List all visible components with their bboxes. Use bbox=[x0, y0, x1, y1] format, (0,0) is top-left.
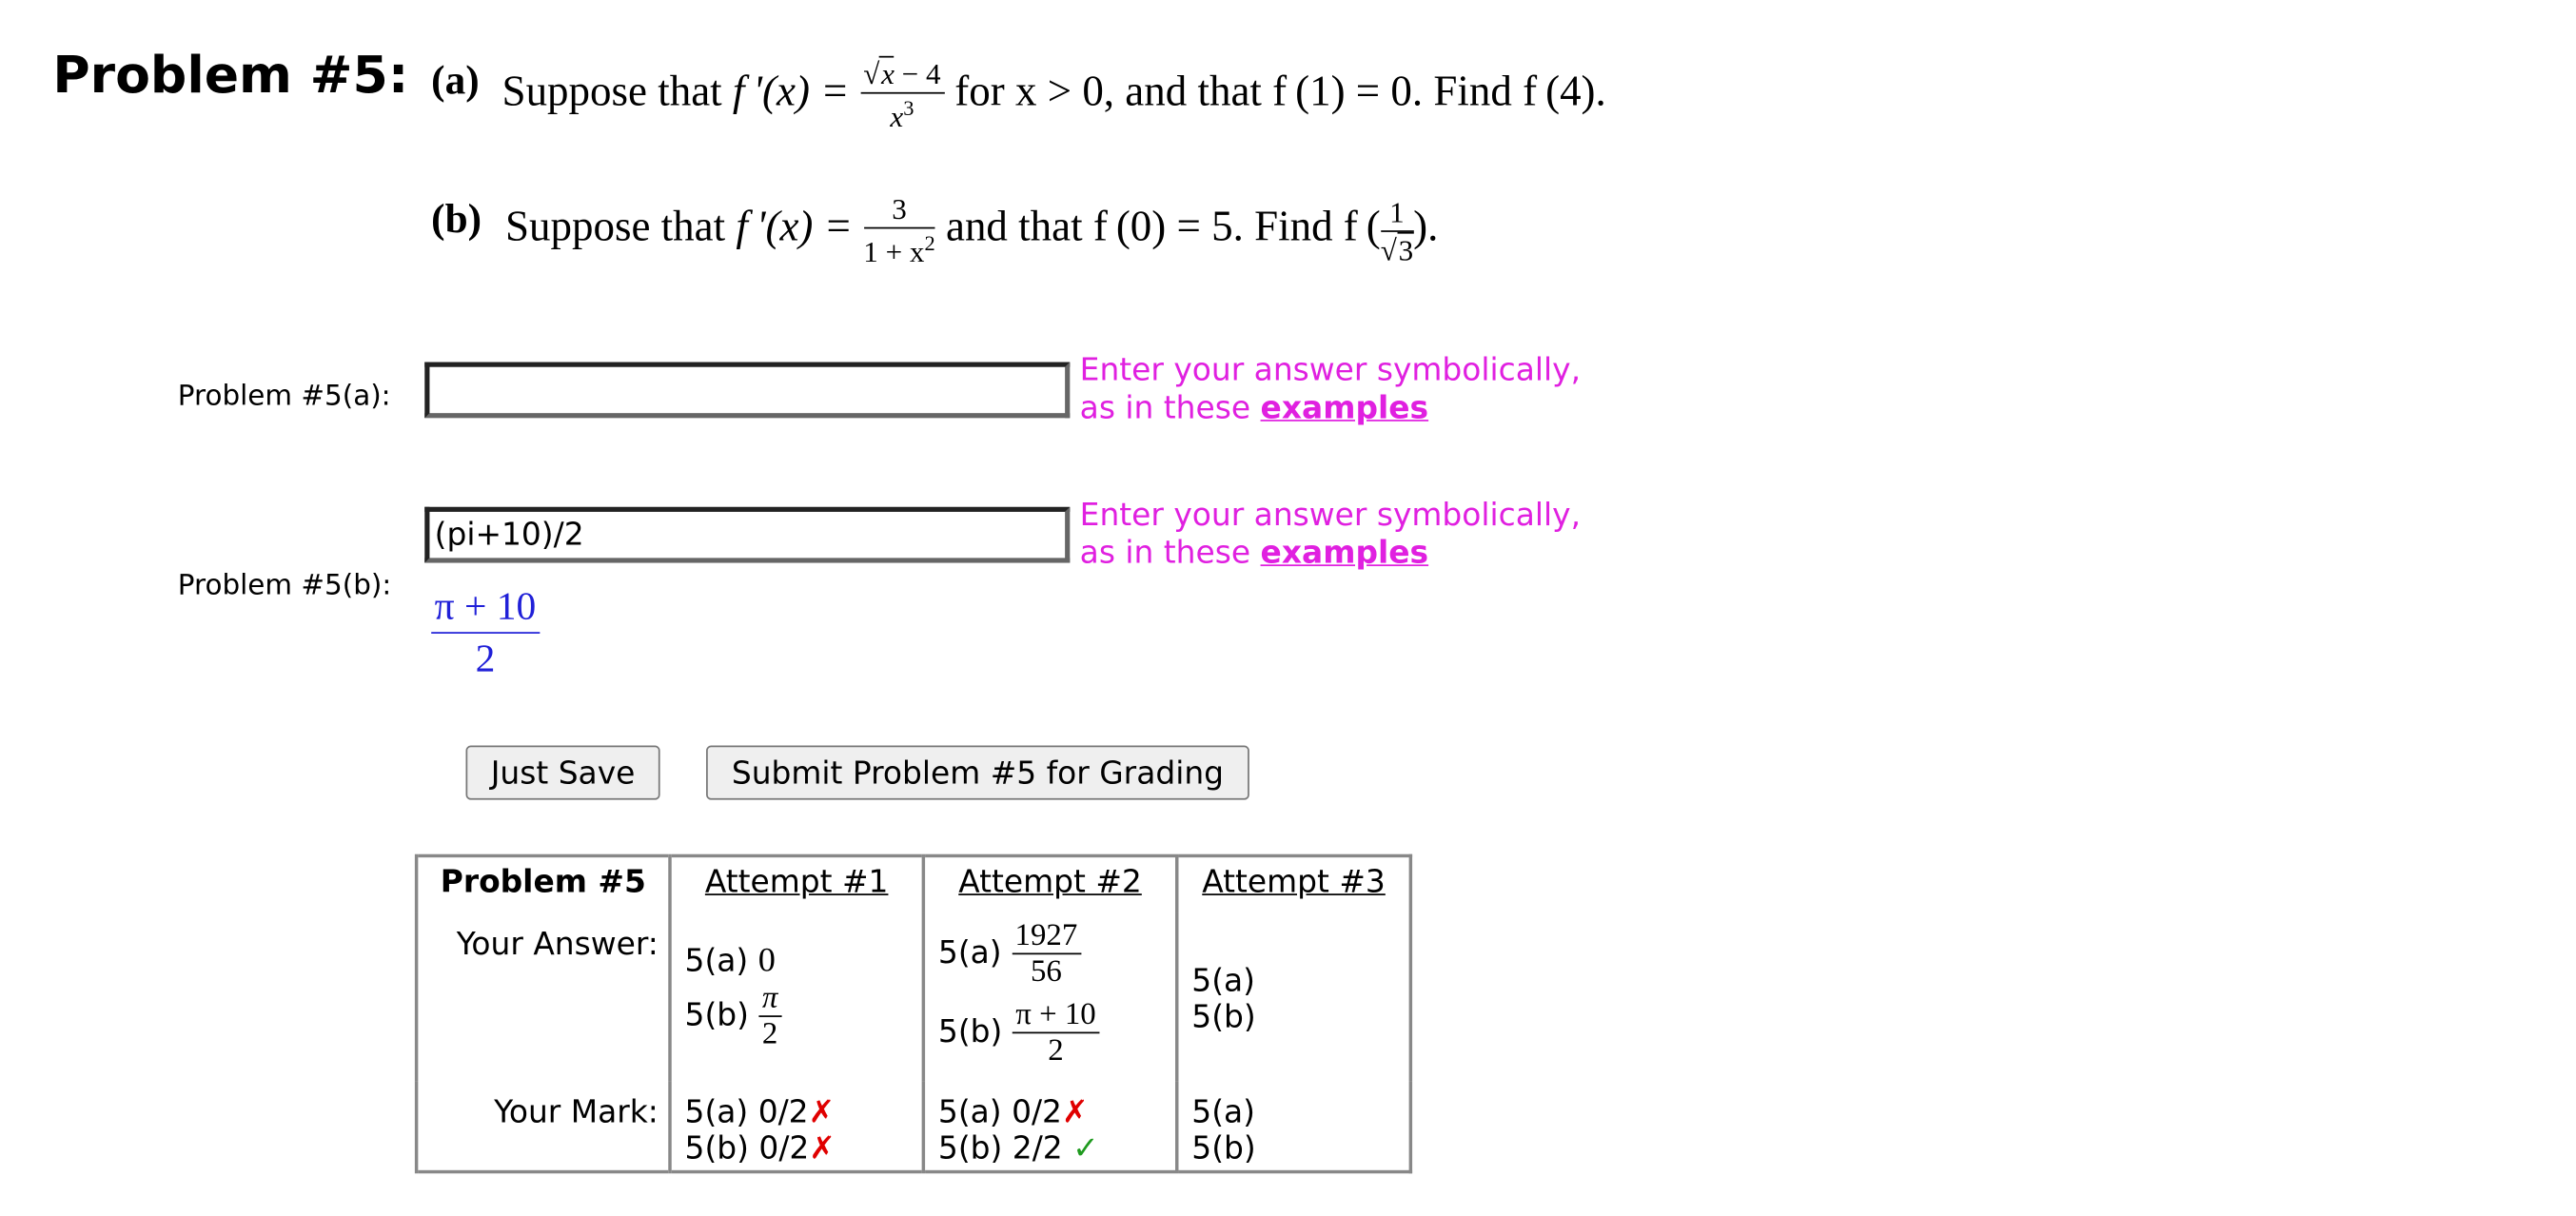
part-b-label: (b) bbox=[431, 197, 482, 243]
part-b-statement: Suppose that f '(x) = 3 1 + x2 and that … bbox=[505, 194, 1438, 266]
part-b-argument: 1 √3 bbox=[1380, 197, 1414, 266]
header-problem: Problem #5 bbox=[414, 855, 670, 913]
cross-icon: ✗ bbox=[809, 1130, 836, 1167]
part-a-derivative: f '(x) = bbox=[732, 67, 860, 116]
submit-grading-button[interactable]: Submit Problem #5 for Grading bbox=[706, 745, 1249, 800]
cross-icon: ✗ bbox=[808, 1094, 836, 1131]
problem-title: Problem #5: bbox=[52, 46, 409, 106]
attempts-table: Problem #5 Attempt #1 Attempt #2 Attempt… bbox=[414, 853, 1413, 1174]
attempt-2-answers: 5(a) 1927 56 5(b) π + 10 2 bbox=[921, 912, 1177, 1082]
answer-a-hint: Enter your answer symbolically, as in th… bbox=[1080, 352, 1581, 428]
part-b-den-exp: 2 bbox=[924, 230, 935, 256]
part-a-num-rest: − 4 bbox=[894, 57, 941, 91]
answer-a-label: Problem #5(a): bbox=[177, 380, 391, 414]
part-a-intro: Suppose that bbox=[501, 67, 733, 116]
part-a-label: (a) bbox=[431, 59, 480, 104]
hint-line-1: Enter your answer symbolically, bbox=[1079, 352, 1582, 389]
attempt-1-answers: 5(a) 0 5(b) π2 bbox=[668, 912, 924, 1082]
part-b-intro: Suppose that bbox=[505, 202, 737, 250]
part-b-close: ). bbox=[1413, 202, 1439, 250]
part-a-statement: Suppose that f '(x) = √x − 4 x3 for x > … bbox=[501, 55, 1606, 134]
header-attempt-1: Attempt #1 bbox=[668, 855, 924, 913]
header-attempt-2: Attempt #2 bbox=[921, 855, 1177, 913]
attempt-3-marks: 5(a) 5(b) bbox=[1175, 1081, 1411, 1172]
part-a-numerator: √x − 4 bbox=[859, 55, 945, 94]
attempt-3-answers: 5(a) 5(b) bbox=[1175, 912, 1411, 1082]
examples-link[interactable]: examples bbox=[1261, 535, 1429, 571]
your-mark-label: Your Mark: bbox=[414, 1081, 670, 1172]
part-b-arg-numerator: 1 bbox=[1380, 197, 1414, 232]
part-b-den-base: 1 + x bbox=[863, 235, 925, 268]
answer-b-preview: π + 10 2 bbox=[431, 588, 540, 680]
header-attempt-3: Attempt #3 bbox=[1175, 855, 1411, 913]
problem-page: Problem #5: (a) Suppose that f '(x) = √x… bbox=[0, 0, 2576, 1216]
answer-a-input[interactable] bbox=[424, 362, 1071, 419]
answer-b-hint: Enter your answer symbolically, as in th… bbox=[1080, 497, 1581, 573]
hint-line-1: Enter your answer symbolically, bbox=[1079, 497, 1582, 534]
hint-line-2: as in these examples bbox=[1079, 535, 1429, 572]
your-answer-label: Your Answer: bbox=[414, 912, 670, 1082]
part-b-derivative: f '(x) = bbox=[736, 202, 864, 250]
part-a-condition: for x > 0, and that f (1) = 0. Find f (4… bbox=[944, 67, 1606, 116]
preview-denominator: 2 bbox=[475, 638, 496, 682]
part-a-denominator: x3 bbox=[860, 94, 944, 134]
sqrt-icon: √ bbox=[863, 57, 880, 91]
just-save-button[interactable]: Just Save bbox=[465, 745, 660, 800]
part-a-den-x: x bbox=[890, 100, 904, 134]
part-a-num-x: x bbox=[879, 55, 895, 91]
attempt-2-marks: 5(a) 0/2✗ 5(b) 2/2 ✓ bbox=[921, 1081, 1177, 1172]
cross-icon: ✗ bbox=[1061, 1094, 1089, 1131]
check-icon: ✓ bbox=[1072, 1130, 1099, 1167]
preview-numerator: π + 10 bbox=[431, 588, 540, 634]
part-b-denominator: 1 + x2 bbox=[863, 228, 935, 266]
hint-line-2: as in these examples bbox=[1079, 389, 1429, 426]
sqrt-icon: √ bbox=[1380, 232, 1397, 266]
part-b-arg-den-value: 3 bbox=[1396, 231, 1414, 266]
part-a-fraction: √x − 4 x3 bbox=[859, 55, 945, 134]
part-b-numerator: 3 bbox=[863, 194, 935, 229]
attempt-1-marks: 5(a) 0/2✗ 5(b) 0/2✗ bbox=[668, 1081, 924, 1172]
answer-b-label: Problem #5(b): bbox=[177, 569, 392, 603]
examples-link[interactable]: examples bbox=[1261, 390, 1429, 426]
part-a-den-exp: 3 bbox=[903, 95, 914, 121]
answer-b-input[interactable] bbox=[424, 506, 1071, 563]
part-b-condition: and that f (0) = 5. Find f ( bbox=[934, 202, 1381, 250]
part-b-fraction: 3 1 + x2 bbox=[863, 194, 935, 266]
part-b-arg-denominator: √3 bbox=[1380, 231, 1414, 266]
